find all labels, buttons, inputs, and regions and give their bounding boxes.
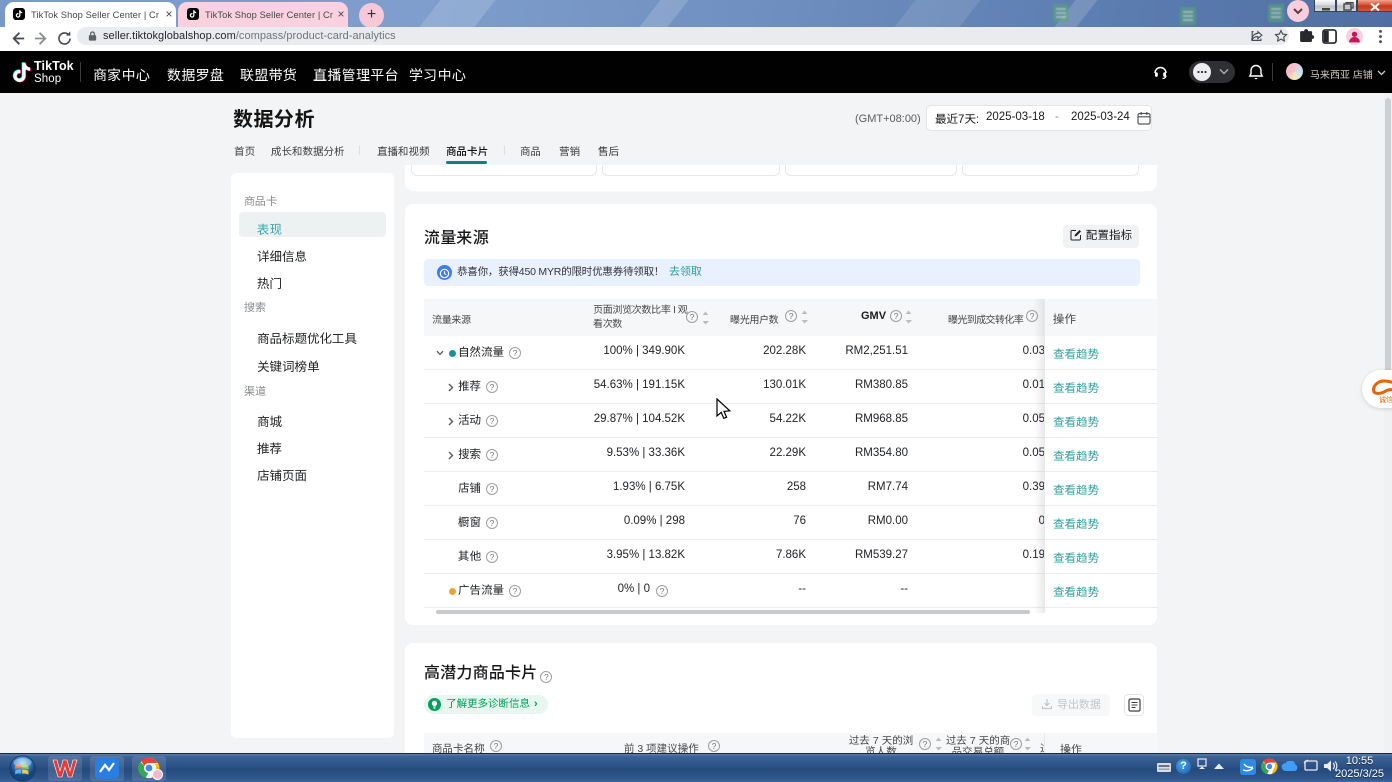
- svg-text:诚信: 诚信: [1379, 395, 1392, 405]
